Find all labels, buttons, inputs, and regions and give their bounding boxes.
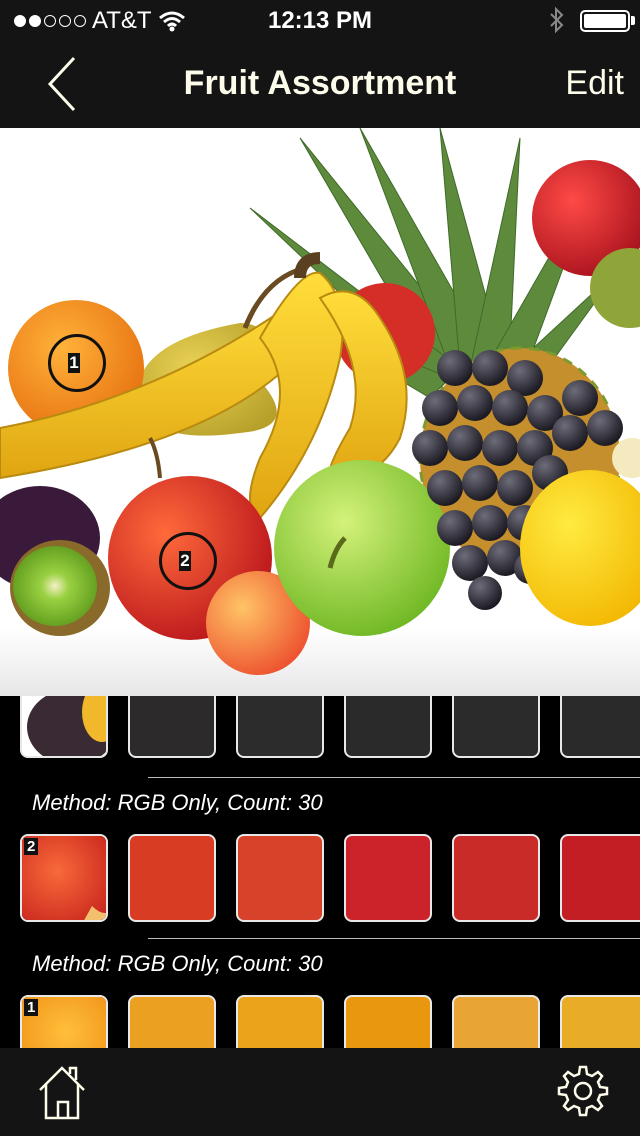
color-swatch[interactable] bbox=[236, 696, 324, 758]
bluetooth-icon bbox=[550, 6, 564, 34]
home-icon[interactable] bbox=[36, 1064, 88, 1120]
gear-icon[interactable] bbox=[556, 1064, 610, 1118]
color-sample-marker-2[interactable]: 2 bbox=[159, 532, 217, 590]
color-swatch[interactable] bbox=[128, 834, 216, 922]
plum-thumbnail bbox=[22, 696, 106, 756]
status-bar: AT&T 12:13 PM bbox=[0, 0, 640, 40]
tab-bar bbox=[0, 1048, 640, 1136]
color-swatch[interactable] bbox=[344, 696, 432, 758]
color-swatch[interactable] bbox=[344, 995, 432, 1048]
battery-icon bbox=[580, 10, 630, 32]
divider bbox=[148, 777, 640, 778]
color-swatch[interactable] bbox=[128, 696, 216, 758]
swatch-index-label: 1 bbox=[24, 999, 39, 1016]
method-label: Method: RGB Only, Count: 30 bbox=[32, 951, 323, 976]
color-sample-marker-1[interactable]: 1 bbox=[48, 334, 106, 392]
color-swatch[interactable] bbox=[128, 995, 216, 1048]
fruit-illustration bbox=[0, 128, 640, 696]
battery-tip bbox=[631, 16, 635, 25]
page-title: Fruit Assortment bbox=[183, 64, 457, 102]
color-swatch[interactable] bbox=[236, 995, 324, 1048]
color-swatch[interactable] bbox=[452, 995, 540, 1048]
color-swatch[interactable] bbox=[452, 696, 540, 758]
method-label: Method: RGB Only, Count: 30 bbox=[32, 790, 323, 815]
navigation-bar: Fruit Assortment Edit bbox=[0, 40, 640, 128]
color-swatch[interactable] bbox=[452, 834, 540, 922]
swatch-index-label: 2 bbox=[24, 838, 39, 855]
swatch-results: 3 Method: RGB Only, Count: 30 2 Method: … bbox=[0, 696, 640, 1048]
color-swatch[interactable] bbox=[560, 834, 640, 922]
fruit-photo: 1 2 bbox=[0, 128, 640, 696]
marker-label: 2 bbox=[179, 551, 191, 571]
swatch-thumbnail[interactable]: 1 bbox=[20, 995, 108, 1048]
swatch-thumbnail[interactable]: 3 bbox=[20, 696, 108, 758]
color-swatch[interactable] bbox=[344, 834, 432, 922]
color-swatch[interactable] bbox=[560, 995, 640, 1048]
swatch-thumbnail[interactable]: 2 bbox=[20, 834, 108, 922]
edit-button[interactable]: Edit bbox=[565, 64, 624, 103]
divider bbox=[148, 938, 640, 939]
color-swatch[interactable] bbox=[236, 834, 324, 922]
status-time: 12:13 PM bbox=[267, 7, 373, 34]
marker-label: 1 bbox=[68, 353, 80, 373]
color-swatch[interactable] bbox=[560, 696, 640, 758]
